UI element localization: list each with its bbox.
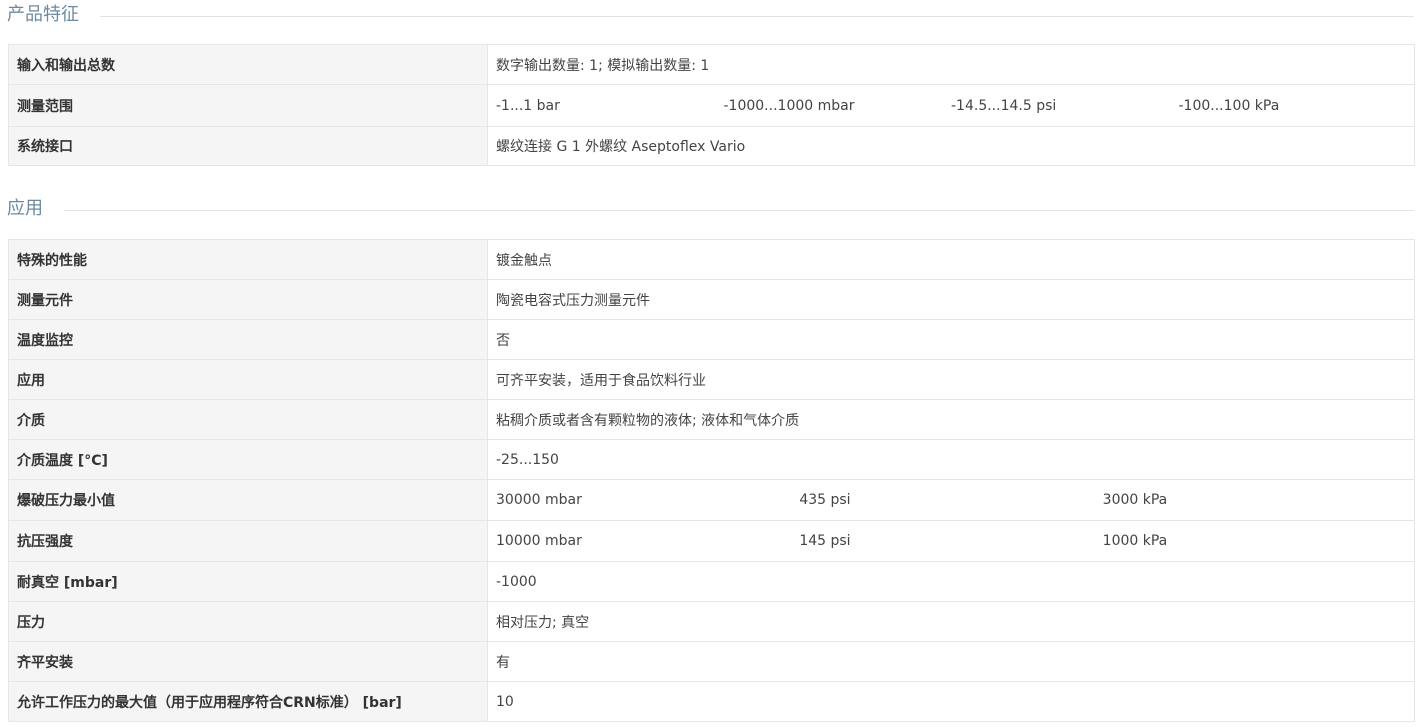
row-label: 输入和输出总数	[8, 44, 488, 85]
table-row: 介质 粘稠介质或者含有颗粒物的液体; 液体和气体介质	[8, 399, 1415, 440]
section-divider	[100, 16, 1414, 17]
application-table: 特殊的性能 镀金触点 测量元件 陶瓷电容式压力测量元件 温度监控 否 应用 可齐…	[8, 239, 1415, 722]
section-title: 产品特征	[7, 1, 91, 29]
pressure-rating-values: 10000 mbar 145 psi 1000 kPa	[496, 533, 1406, 549]
table-row: 特殊的性能 镀金触点	[8, 239, 1415, 280]
row-label: 爆破压力最小值	[8, 479, 488, 521]
row-label: 介质温度 [°C]	[8, 439, 488, 480]
row-label: 应用	[8, 359, 488, 400]
row-label: 介质	[8, 399, 488, 440]
row-label: 测量范围	[8, 84, 488, 127]
row-label: 温度监控	[8, 319, 488, 360]
section-title: 应用	[7, 195, 55, 223]
row-label: 允许工作压力的最大值（用于应用程序符合CRN标准） [bar]	[8, 681, 488, 722]
range-mbar: -1000...1000 mbar	[723, 97, 855, 114]
row-label: 齐平安装	[8, 641, 488, 682]
burst-pressure-values: 30000 mbar 435 psi 3000 kPa	[496, 492, 1406, 508]
burst-psi: 435 psi	[799, 492, 851, 508]
row-value: -1000	[487, 561, 1415, 602]
row-value: 粘稠介质或者含有颗粒物的液体; 液体和气体介质	[487, 399, 1415, 440]
section-divider	[64, 210, 1414, 211]
section-header-application: 应用	[0, 195, 1422, 225]
row-label: 抗压强度	[8, 520, 488, 562]
table-row: 爆破压力最小值 30000 mbar 435 psi 3000 kPa	[8, 479, 1415, 521]
table-row: 测量范围 -1...1 bar -1000...1000 mbar -14.5.…	[8, 84, 1415, 127]
row-value: 可齐平安装，适用于食品饮料行业	[487, 359, 1415, 400]
range-bar: -1...1 bar	[496, 97, 560, 114]
table-row: 应用 可齐平安装，适用于食品饮料行业	[8, 359, 1415, 400]
row-value: 镀金触点	[487, 239, 1415, 280]
row-value: 10	[487, 681, 1415, 722]
table-row: 测量元件 陶瓷电容式压力测量元件	[8, 279, 1415, 320]
section-header-features: 产品特征	[0, 1, 1422, 31]
table-row: 系统接口 螺纹连接 G 1 外螺纹 Aseptoflex Vario	[8, 126, 1415, 166]
table-row: 耐真空 [mbar] -1000	[8, 561, 1415, 602]
row-label: 系统接口	[8, 126, 488, 166]
rating-kpa: 1000 kPa	[1102, 533, 1168, 549]
table-row: 抗压强度 10000 mbar 145 psi 1000 kPa	[8, 520, 1415, 562]
table-row: 压力 相对压力; 真空	[8, 601, 1415, 642]
table-row: 齐平安装 有	[8, 641, 1415, 682]
row-value: -1...1 bar -1000...1000 mbar -14.5...14.…	[487, 84, 1415, 127]
row-value: 有	[487, 641, 1415, 682]
burst-mbar: 30000 mbar	[496, 492, 582, 508]
burst-kpa: 3000 kPa	[1102, 492, 1168, 508]
row-label: 特殊的性能	[8, 239, 488, 280]
table-row: 温度监控 否	[8, 319, 1415, 360]
row-label: 耐真空 [mbar]	[8, 561, 488, 602]
row-value: 陶瓷电容式压力测量元件	[487, 279, 1415, 320]
rating-psi: 145 psi	[799, 533, 851, 549]
table-row: 输入和输出总数 数字输出数量: 1; 模拟输出数量: 1	[8, 44, 1415, 85]
range-psi: -14.5...14.5 psi	[951, 97, 1057, 114]
features-table: 输入和输出总数 数字输出数量: 1; 模拟输出数量: 1 测量范围 -1...1…	[8, 44, 1415, 166]
row-value: 10000 mbar 145 psi 1000 kPa	[487, 520, 1415, 562]
row-label: 测量元件	[8, 279, 488, 320]
row-value: 螺纹连接 G 1 外螺纹 Aseptoflex Vario	[487, 126, 1415, 166]
row-value: 30000 mbar 435 psi 3000 kPa	[487, 479, 1415, 521]
table-row: 介质温度 [°C] -25...150	[8, 439, 1415, 480]
row-label: 压力	[8, 601, 488, 642]
measure-range-values: -1...1 bar -1000...1000 mbar -14.5...14.…	[496, 98, 1406, 114]
range-kpa: -100...100 kPa	[1178, 97, 1280, 114]
rating-mbar: 10000 mbar	[496, 533, 582, 549]
row-value: -25...150	[487, 439, 1415, 480]
row-value: 否	[487, 319, 1415, 360]
table-row: 允许工作压力的最大值（用于应用程序符合CRN标准） [bar] 10	[8, 681, 1415, 722]
row-value: 数字输出数量: 1; 模拟输出数量: 1	[487, 44, 1415, 85]
row-value: 相对压力; 真空	[487, 601, 1415, 642]
